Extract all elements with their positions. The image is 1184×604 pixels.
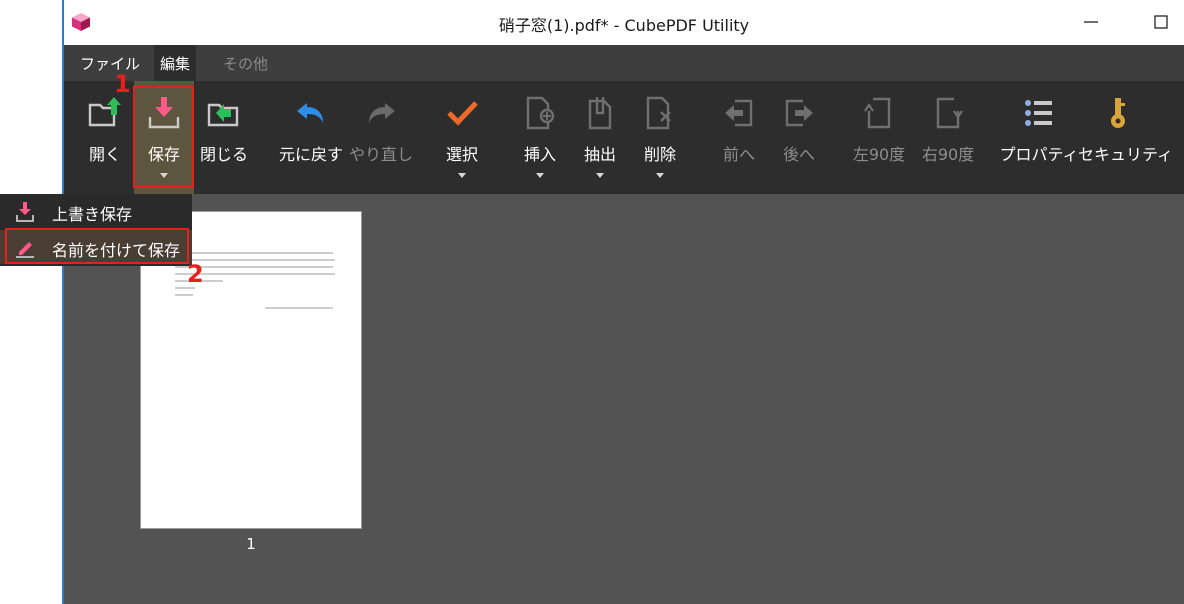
properties-label: プロパティ xyxy=(999,145,1079,164)
save-highlight-box xyxy=(133,86,194,188)
properties-icon xyxy=(1025,100,1052,126)
rotate-left-button[interactable]: 左90度 xyxy=(849,81,909,194)
move-previous-icon xyxy=(725,99,753,127)
ribbon-tabs: ファイル 編集 その他 xyxy=(64,45,1184,81)
select-label: 選択 xyxy=(445,145,478,164)
rotate-right-icon xyxy=(936,97,963,129)
save-as-highlight-box xyxy=(5,228,189,264)
overwrite-save-label: 上書き保存 xyxy=(52,205,133,224)
text-line xyxy=(175,294,193,296)
minimize-icon[interactable] xyxy=(1079,10,1103,34)
delete-page-icon xyxy=(646,96,671,130)
chevron-down-icon[interactable] xyxy=(596,173,604,178)
text-line xyxy=(265,307,333,309)
security-button[interactable]: セキュリティ xyxy=(1078,81,1173,194)
step-1-marker: 1 xyxy=(114,70,131,98)
save-icon xyxy=(16,202,34,222)
checkmark-icon xyxy=(447,101,478,126)
close-file-button[interactable]: 閉じる xyxy=(194,81,254,194)
page-number: 1 xyxy=(246,535,256,553)
move-previous-button[interactable]: 前へ xyxy=(709,81,769,194)
maximize-icon[interactable] xyxy=(1149,10,1173,34)
app-window: 硝子窓(1).pdf* - CubePDF Utility ファイル 編集 その… xyxy=(62,0,1184,604)
delete-label: 削除 xyxy=(643,145,676,164)
ribbon-toolbar: 開く 保存 閉じる 元に戻す やり直し 選択 挿入 抽出 削除 前へ 後へ 左9… xyxy=(64,81,1184,194)
undo-button[interactable]: 元に戻す xyxy=(279,81,343,194)
extract-button[interactable]: 抽出 xyxy=(570,81,630,194)
move-next-button[interactable]: 後へ xyxy=(769,81,829,194)
chevron-down-icon[interactable] xyxy=(536,173,544,178)
tab-file[interactable]: ファイル xyxy=(74,45,146,81)
chevron-down-icon[interactable] xyxy=(458,173,466,178)
redo-label: やり直し xyxy=(348,145,413,164)
select-button[interactable]: 選択 xyxy=(432,81,492,194)
rotate-right-button[interactable]: 右90度 xyxy=(918,81,978,194)
extract-icon xyxy=(588,97,612,130)
overwrite-save-item[interactable]: 上書き保存 xyxy=(0,194,192,228)
rotate-left-icon xyxy=(864,97,891,129)
move-next-label: 後へ xyxy=(782,145,815,164)
insert-page-icon xyxy=(526,96,555,130)
close-file-icon xyxy=(207,103,239,127)
tab-edit[interactable]: 編集 xyxy=(154,45,197,81)
move-next-icon xyxy=(785,99,813,127)
tab-other[interactable]: その他 xyxy=(217,45,274,81)
rotate-left-label: 左90度 xyxy=(852,145,906,164)
delete-button[interactable]: 削除 xyxy=(630,81,690,194)
step-2-marker: 2 xyxy=(187,260,204,288)
rotate-right-label: 右90度 xyxy=(921,145,975,164)
window-title: 硝子窓(1).pdf* - CubePDF Utility xyxy=(498,16,750,35)
redo-icon xyxy=(369,103,395,123)
open-folder-icon xyxy=(88,97,121,127)
text-line xyxy=(175,252,333,254)
close-file-label: 閉じる xyxy=(199,145,248,164)
key-icon xyxy=(1111,98,1125,128)
title-bar: 硝子窓(1).pdf* - CubePDF Utility xyxy=(64,0,1184,45)
undo-label: 元に戻す xyxy=(278,145,343,164)
undo-icon xyxy=(297,103,323,123)
redo-button[interactable]: やり直し xyxy=(349,81,413,194)
properties-button[interactable]: プロパティ xyxy=(999,81,1079,194)
chevron-down-icon[interactable] xyxy=(656,173,664,178)
save-dropdown-menu: 上書き保存 名前を付けて保存 xyxy=(0,194,192,266)
insert-button[interactable]: 挿入 xyxy=(510,81,570,194)
security-label: セキュリティ xyxy=(1078,145,1174,164)
